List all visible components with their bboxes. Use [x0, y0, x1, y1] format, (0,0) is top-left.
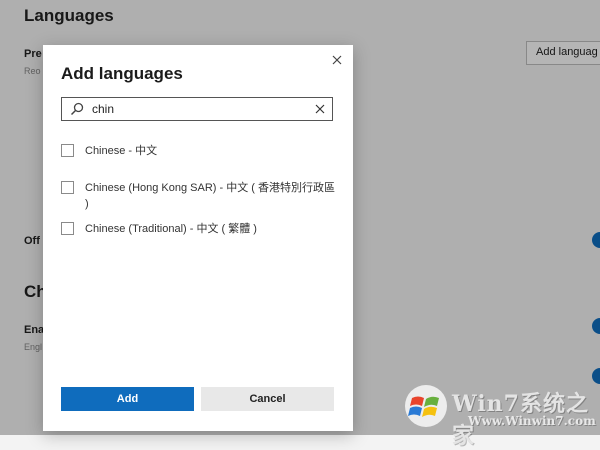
- watermark-url: Www.Winwin7.com: [468, 414, 596, 428]
- clear-search-icon[interactable]: [314, 103, 326, 115]
- search-icon: [70, 102, 84, 116]
- windows-logo-icon: [405, 385, 447, 427]
- dialog-title: Add languages: [61, 64, 183, 83]
- add-languages-dialog: Add languages Chinese - 中文 Chinese (Hong…: [43, 45, 353, 431]
- language-checkbox[interactable]: [61, 144, 74, 157]
- language-search-box[interactable]: [61, 97, 333, 121]
- add-button[interactable]: Add: [61, 387, 194, 411]
- language-label: Chinese (Hong Kong SAR) - 中文 ( 香港特別行政區 ): [85, 182, 336, 210]
- language-checkbox[interactable]: [61, 181, 74, 194]
- language-checkbox[interactable]: [61, 222, 74, 235]
- close-icon[interactable]: [330, 53, 344, 67]
- language-label: Chinese (Traditional) - 中文 ( 繁體 ): [85, 223, 257, 235]
- language-label: Chinese - 中文: [85, 145, 158, 157]
- cancel-button[interactable]: Cancel: [201, 387, 334, 411]
- search-input[interactable]: [92, 100, 302, 118]
